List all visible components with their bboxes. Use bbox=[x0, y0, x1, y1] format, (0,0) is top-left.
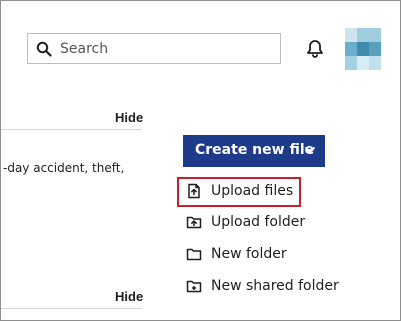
upload-folder-icon bbox=[186, 214, 202, 230]
window-frame: Hide -day accident, theft, Hide Create n… bbox=[0, 0, 401, 321]
upload-file-icon bbox=[186, 183, 202, 199]
hide-button[interactable]: Hide bbox=[115, 289, 143, 304]
search-input[interactable] bbox=[60, 40, 265, 58]
search-icon bbox=[36, 41, 52, 57]
search-box[interactable] bbox=[27, 33, 281, 64]
create-new-file-label: Create new file bbox=[195, 142, 315, 158]
hide-button[interactable]: Hide bbox=[115, 110, 143, 125]
top-bar bbox=[1, 1, 400, 89]
menu-item-new-shared-folder[interactable]: New shared folder bbox=[183, 273, 343, 300]
shared-folder-icon bbox=[186, 278, 202, 294]
divider bbox=[1, 129, 142, 130]
content-panel: Hide -day accident, theft, Hide bbox=[1, 89, 145, 320]
folder-icon bbox=[186, 246, 202, 262]
menu-item-new-folder[interactable]: New folder bbox=[183, 241, 343, 268]
menu-item-label: New shared folder bbox=[211, 278, 339, 294]
menu-item-label: Upload folder bbox=[211, 214, 306, 230]
create-new-file-button[interactable]: Create new file bbox=[183, 135, 325, 167]
menu-item-upload-folder[interactable]: Upload folder bbox=[183, 209, 343, 236]
content-snippet: -day accident, theft, bbox=[3, 161, 125, 175]
divider bbox=[1, 308, 142, 309]
chevron-down-icon bbox=[304, 144, 316, 156]
menu-item-label: Upload files bbox=[211, 183, 294, 199]
bell-icon[interactable] bbox=[303, 36, 327, 60]
menu-item-upload-files[interactable]: Upload files bbox=[177, 177, 300, 207]
avatar[interactable] bbox=[345, 28, 381, 70]
menu-item-label: New folder bbox=[211, 246, 287, 262]
